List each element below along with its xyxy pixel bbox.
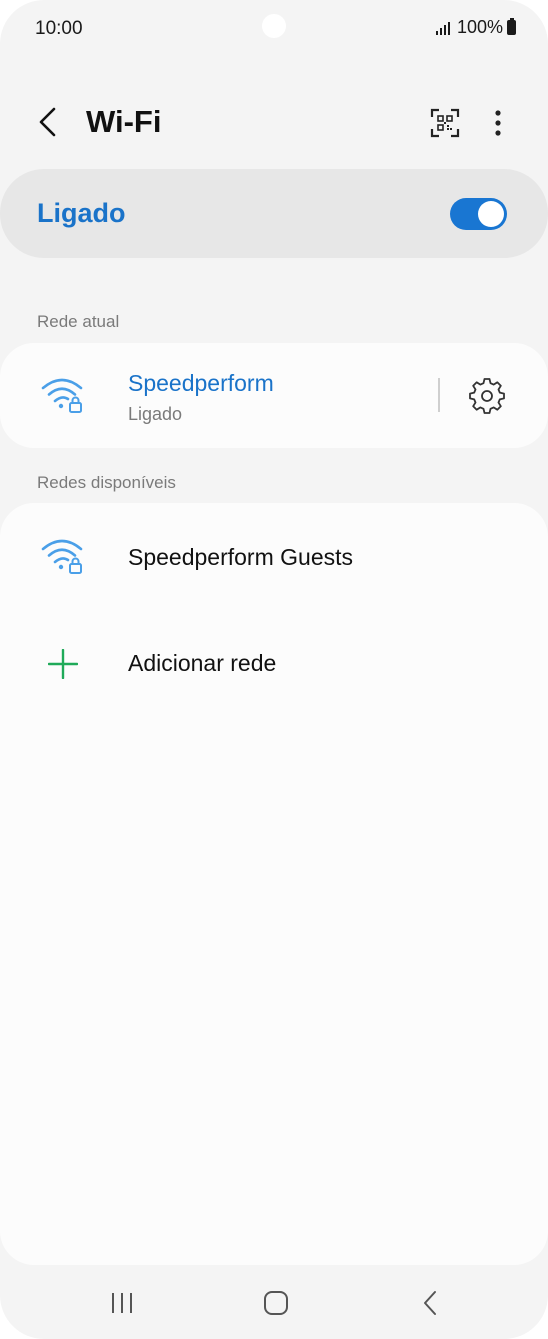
status-indicators: 100% [435,17,516,38]
network-name: Speedperform Guests [128,544,354,570]
home-icon [264,1291,288,1315]
nav-back-icon [424,1291,436,1315]
signal-bars-icon [435,21,450,35]
wifi-secured-icon [41,539,83,574]
wifi-master-switch[interactable]: Ligado [0,169,548,258]
page-title: Wi-Fi [86,104,162,139]
network-settings-button[interactable] [466,376,508,416]
vertical-divider [438,378,440,412]
master-switch-label: Ligado [37,198,126,228]
navigation-bar [0,1265,548,1339]
available-networks-header: Redes disponíveis [37,473,176,492]
front-camera [262,14,286,38]
available-networks-card: Speedperform Guests Adicionar rede [0,503,548,1265]
battery-icon [507,18,516,35]
add-network-label: Adicionar rede [128,650,277,676]
status-bar: 10:00 100% [0,0,548,58]
more-vertical-icon [495,110,501,136]
app-bar: Wi-Fi [0,90,548,154]
toggle-knob [478,201,504,227]
current-network-card: Speedperform Ligado [0,343,548,448]
current-network-header: Rede atual [37,312,120,331]
home-button[interactable] [254,1285,298,1321]
recents-icon [112,1293,132,1313]
gear-icon [469,378,505,414]
current-network-status: Ligado [128,404,183,424]
network-row-speedperform-guests[interactable]: Speedperform Guests [0,503,548,609]
more-options-button[interactable] [480,104,516,142]
wifi-toggle[interactable] [450,198,507,230]
current-network-name: Speedperform [128,370,274,396]
status-time: 10:00 [35,18,83,39]
add-network-row[interactable]: Adicionar rede [0,609,548,715]
back-button[interactable] [30,104,66,140]
qr-code-scanner-icon [430,108,460,138]
recents-button[interactable] [100,1285,144,1321]
phone-screen: 10:00 100% Wi-Fi Ligado Rede atual Speed… [0,0,548,1339]
plus-icon [48,649,78,679]
qr-code-button[interactable] [426,104,464,142]
back-chevron-icon [39,107,56,137]
wifi-secured-icon [41,378,83,413]
battery-percentage: 100% [456,17,503,37]
nav-back-button[interactable] [408,1285,452,1321]
